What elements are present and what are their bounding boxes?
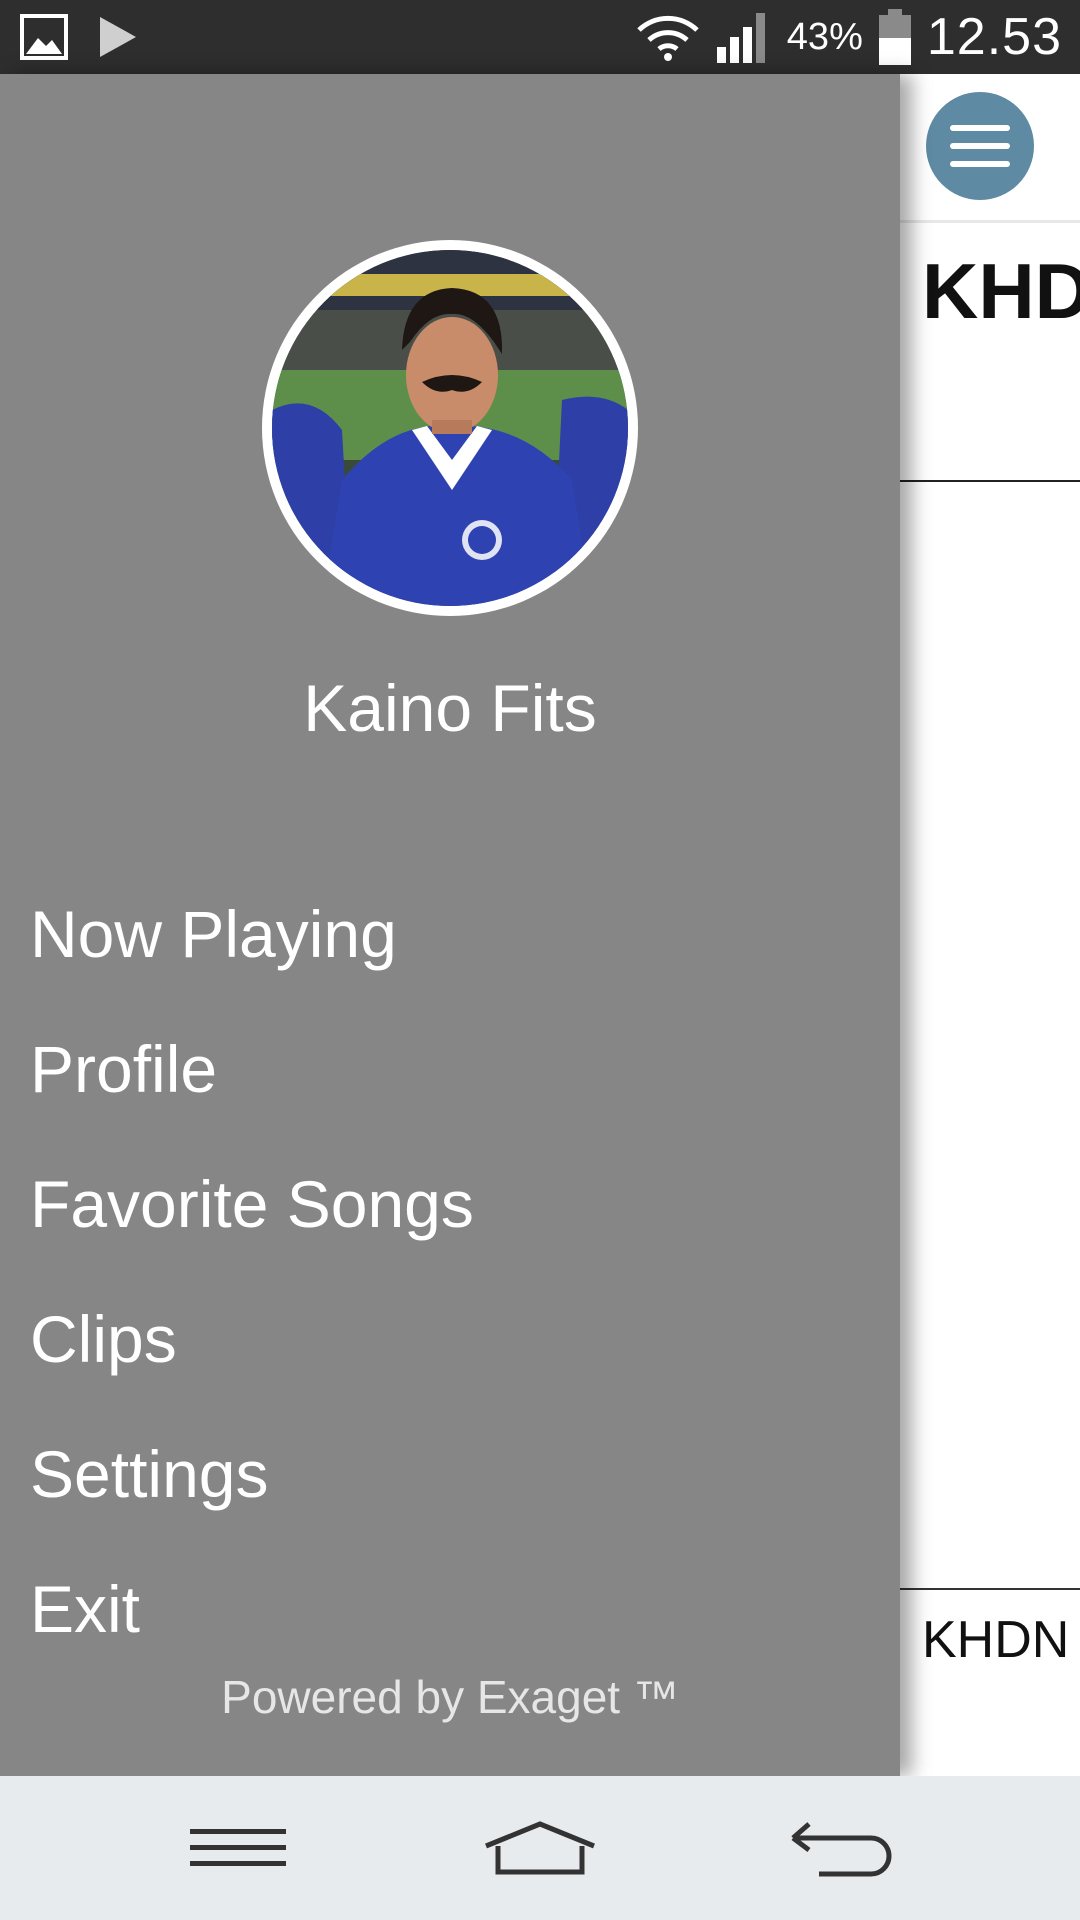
profile-photo (272, 250, 628, 606)
powered-by-footer: Powered by Exaget ™ (221, 1671, 679, 1723)
wifi-icon (637, 15, 699, 61)
hamburger-icon-line (950, 143, 1010, 149)
menu-item-exit[interactable]: Exit (30, 1569, 474, 1639)
menu-button[interactable] (178, 1806, 298, 1890)
menu-item-now-playing[interactable]: Now Playing (30, 894, 474, 1029)
station-title: KHD (922, 247, 1080, 335)
user-name: Kaino Fits (303, 671, 597, 745)
signal-icon (716, 13, 765, 63)
play-notification-icon (100, 17, 136, 57)
menu-toggle-button[interactable] (926, 92, 1034, 200)
now-playing-bar-label[interactable]: KHDN (922, 1610, 1069, 1670)
drawer-menu: Now Playing Profile Favorite Songs Clips… (30, 894, 474, 1639)
battery-percent: 43% (786, 15, 863, 58)
hamburger-icon-line (950, 125, 1010, 131)
menu-item-clips[interactable]: Clips (30, 1299, 474, 1434)
divider (900, 480, 1080, 482)
home-button[interactable] (480, 1806, 600, 1890)
back-button[interactable] (784, 1806, 904, 1890)
menu-icon (190, 1829, 286, 1866)
image-notification-icon (20, 14, 68, 60)
home-icon (485, 1821, 595, 1875)
divider (900, 1588, 1080, 1590)
battery-icon (878, 9, 911, 65)
menu-item-favorite-songs[interactable]: Favorite Songs (30, 1164, 474, 1299)
hamburger-icon-line (950, 161, 1010, 167)
avatar[interactable] (262, 240, 638, 616)
status-bar: 43% 12.53 (0, 0, 1080, 74)
app-toolbar (900, 74, 1080, 223)
system-nav-bar (0, 1776, 1080, 1920)
menu-item-settings[interactable]: Settings (30, 1434, 474, 1569)
menu-item-profile[interactable]: Profile (30, 1029, 474, 1164)
back-icon (791, 1822, 892, 1877)
navigation-drawer: Kaino Fits Now Playing Profile Favorite … (0, 74, 900, 1776)
background-screen: KHD KHDN (900, 74, 1080, 1776)
clock: 12.53 (926, 8, 1062, 66)
